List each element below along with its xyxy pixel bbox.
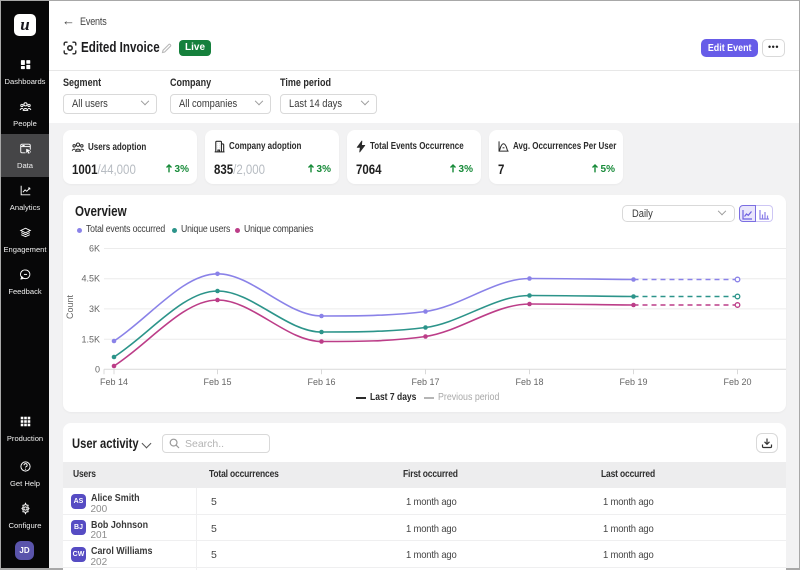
svg-text:Feb 16: Feb 16 [307,377,335,387]
svg-text:Feb 15: Feb 15 [203,377,231,387]
svg-text:Count: Count [65,295,75,320]
svg-text:6K: 6K [89,244,100,254]
svg-text:0: 0 [95,364,100,374]
svg-text:Feb 14: Feb 14 [100,377,128,387]
svg-text:Feb 17: Feb 17 [411,377,439,387]
svg-text:1.5K: 1.5K [81,334,100,344]
svg-text:3K: 3K [89,304,100,314]
svg-text:4.5K: 4.5K [81,274,100,284]
svg-text:Feb 19: Feb 19 [619,377,647,387]
svg-text:Feb 18: Feb 18 [515,377,543,387]
svg-text:Feb 20: Feb 20 [723,377,751,387]
